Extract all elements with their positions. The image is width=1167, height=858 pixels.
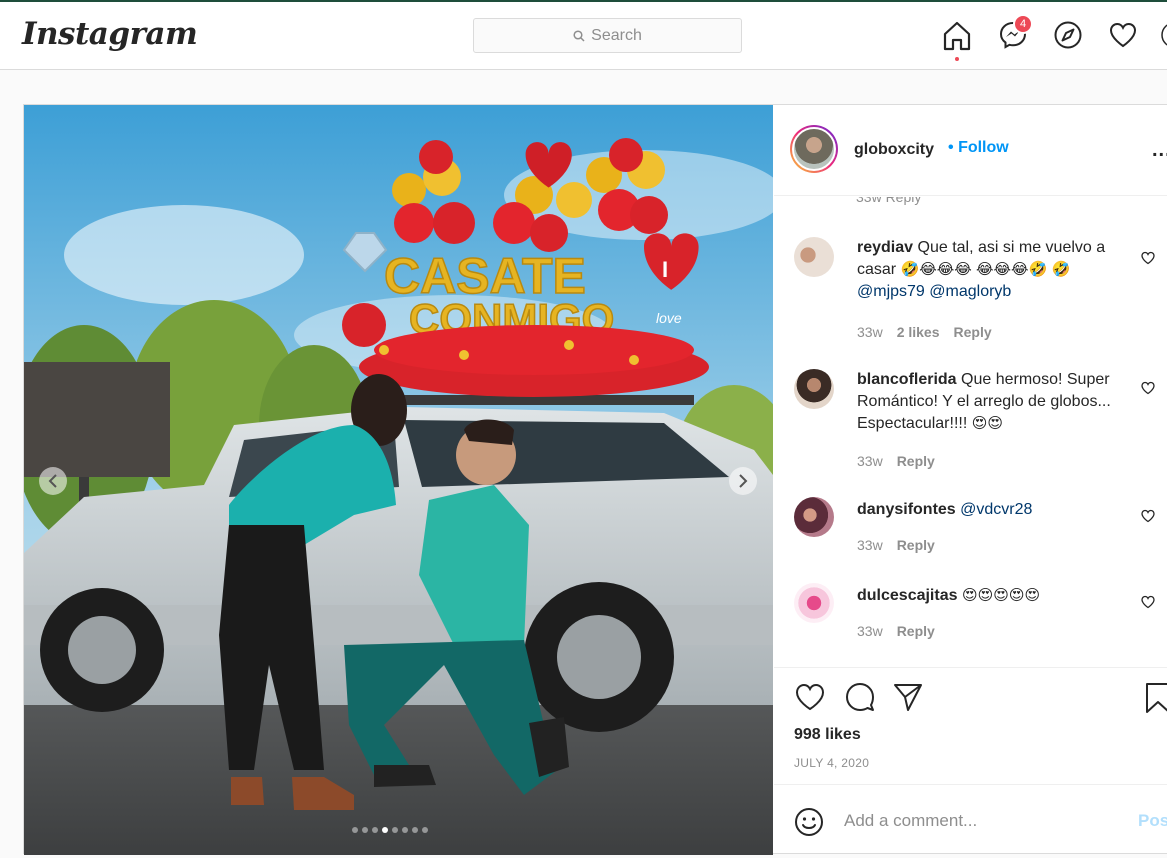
comment-icon[interactable] bbox=[844, 682, 876, 712]
search-input[interactable]: Search bbox=[473, 18, 742, 53]
messages-button[interactable]: 4 bbox=[998, 14, 1033, 52]
profile-avatar[interactable] bbox=[1160, 20, 1167, 52]
comment-time[interactable]: 33w bbox=[857, 324, 883, 340]
follow-button[interactable]: • Follow bbox=[948, 139, 1009, 157]
comment-like-icon[interactable] bbox=[1141, 595, 1155, 609]
photo-illustration: I love CASATE CONMIGO bbox=[24, 105, 773, 855]
author-avatar[interactable] bbox=[790, 125, 838, 173]
chevron-right-icon bbox=[739, 474, 748, 488]
carousel-dot bbox=[352, 827, 358, 833]
carousel-dot bbox=[392, 827, 398, 833]
post-comment-button[interactable]: Post bbox=[1138, 811, 1167, 831]
comment-username[interactable]: dulcescajitas bbox=[857, 587, 958, 604]
comment-like-icon[interactable] bbox=[1141, 509, 1155, 523]
comment-reply-button[interactable]: Reply bbox=[897, 537, 935, 553]
add-comment-row: Add a comment... Post bbox=[774, 784, 1167, 856]
activity-button[interactable] bbox=[1108, 20, 1138, 52]
love-balloon-text: love bbox=[656, 310, 682, 326]
carousel-dot bbox=[362, 827, 368, 833]
search-placeholder: Search bbox=[591, 26, 642, 44]
post-photo[interactable]: I love CASATE CONMIGO bbox=[24, 105, 773, 855]
carousel-next-button[interactable] bbox=[729, 467, 757, 495]
comment-mention[interactable]: @magloryb bbox=[929, 283, 1011, 300]
like-icon[interactable] bbox=[794, 682, 826, 712]
commenter-avatar[interactable] bbox=[794, 583, 834, 623]
follow-label: Follow bbox=[958, 139, 1009, 156]
comment-meta: 33w Reply bbox=[857, 453, 935, 469]
comment-meta: 33w Reply bbox=[857, 623, 935, 639]
comment-username[interactable]: danysifontes bbox=[857, 501, 956, 518]
carousel-dot bbox=[402, 827, 408, 833]
comment-meta: 33w Reply bbox=[857, 537, 935, 553]
post-actions: 998 likes JULY 4, 2020 Add a comment... … bbox=[774, 667, 1167, 855]
commenter-avatar[interactable] bbox=[794, 369, 834, 409]
author-username[interactable]: globoxcity bbox=[854, 141, 934, 159]
post-header: globoxcity • Follow ... bbox=[774, 105, 1167, 196]
home-active-dot bbox=[955, 57, 959, 61]
save-icon[interactable] bbox=[1144, 682, 1167, 714]
post-date[interactable]: JULY 4, 2020 bbox=[794, 756, 869, 770]
search-icon bbox=[573, 29, 585, 42]
carousel-dot bbox=[412, 827, 418, 833]
comment-reply-button[interactable]: Reply bbox=[897, 453, 935, 469]
comment-time[interactable]: 33w bbox=[857, 623, 883, 639]
comment-body: danysifontes @vdcvr28 bbox=[857, 499, 1137, 521]
explore-button[interactable] bbox=[1053, 20, 1083, 52]
comment-text: Que hermoso! bbox=[961, 371, 1063, 388]
post-sidebar: globoxcity • Follow ... 33w Reply reydia… bbox=[774, 105, 1167, 855]
comment-time[interactable]: 33w bbox=[857, 453, 883, 469]
home-icon bbox=[943, 21, 971, 51]
comment-emojis: 😍😍 bbox=[971, 415, 1003, 432]
comment-body: dulcescajitas 😍😍😍😍😍 bbox=[857, 585, 1137, 607]
comment-emojis: 😍😍😍😍😍 bbox=[961, 587, 1041, 604]
comment-body: blancoflerida Que hermoso! Super Románti… bbox=[857, 369, 1137, 435]
chevron-left-icon bbox=[48, 474, 57, 488]
messages-badge: 4 bbox=[1013, 14, 1033, 34]
avatar-icon bbox=[1161, 24, 1167, 46]
commenter-avatar[interactable] bbox=[794, 497, 834, 537]
add-comment-input[interactable]: Add a comment... bbox=[844, 811, 977, 831]
comment-emojis: 🤣😂😂😂 😂😂😂🤣 bbox=[900, 261, 1048, 278]
carousel-prev-button[interactable] bbox=[39, 467, 67, 495]
carousel-dot-active bbox=[382, 827, 388, 833]
comment-meta: 33w 2 likes Reply bbox=[857, 324, 992, 340]
top-navigation-bar: Instagram Search 4 bbox=[0, 2, 1167, 70]
comment-reply-button[interactable]: Reply bbox=[897, 623, 935, 639]
comment-like-icon[interactable] bbox=[1141, 381, 1155, 395]
comment-like-icon[interactable] bbox=[1141, 251, 1155, 265]
likes-count[interactable]: 998 likes bbox=[794, 726, 861, 744]
comment-emojis: 🤣 bbox=[1051, 261, 1071, 278]
post-card: I love CASATE CONMIGO globoxcity • Follo… bbox=[23, 104, 1167, 855]
comment-time[interactable]: 33w bbox=[857, 537, 883, 553]
comment-username[interactable]: blancoflerida bbox=[857, 371, 957, 388]
heart-icon bbox=[1109, 22, 1137, 48]
carousel-dot bbox=[422, 827, 428, 833]
explore-icon bbox=[1054, 21, 1082, 49]
more-options-button[interactable]: ... bbox=[1152, 139, 1167, 162]
instagram-logo[interactable]: Instagram bbox=[22, 16, 198, 52]
share-icon[interactable] bbox=[892, 682, 924, 712]
home-button[interactable] bbox=[942, 20, 972, 61]
comment-mention[interactable]: @mjps79 bbox=[857, 283, 925, 300]
carousel-indicator bbox=[352, 827, 428, 833]
comment-meta-partial: 33w Reply bbox=[856, 197, 922, 205]
comment-mention[interactable]: @vdcvr28 bbox=[960, 501, 1032, 518]
heart-balloon-text: I bbox=[662, 257, 668, 282]
comments-list[interactable]: 33w Reply reydiav Que tal, asi si me vue… bbox=[774, 197, 1167, 667]
comment-reply-button[interactable]: Reply bbox=[954, 324, 992, 340]
carousel-dot bbox=[372, 827, 378, 833]
comment-body: reydiav Que tal, asi si me vuelvo a casa… bbox=[857, 237, 1137, 303]
commenter-avatar[interactable] bbox=[794, 237, 834, 277]
emoji-icon[interactable] bbox=[794, 807, 824, 837]
follow-separator: • bbox=[948, 139, 954, 156]
comment-username[interactable]: reydiav bbox=[857, 239, 913, 256]
comment-likes[interactable]: 2 likes bbox=[897, 324, 940, 340]
